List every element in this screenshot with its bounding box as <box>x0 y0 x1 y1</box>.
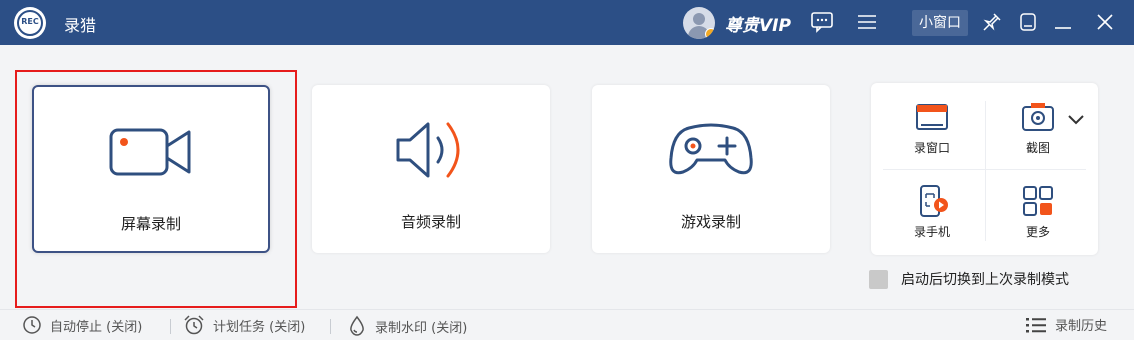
screenshot-camera-icon <box>1021 101 1055 133</box>
audio-record-label: 音频录制 <box>400 213 461 231</box>
more-tool[interactable]: 更多 <box>983 171 1093 251</box>
list-icon <box>1025 316 1047 334</box>
schedule-button[interactable]: 计划任务 (关闭) <box>183 315 305 335</box>
minimize-icon[interactable] <box>1051 8 1075 36</box>
tools-panel: 录窗口 截图 录手机 更多 <box>871 83 1098 255</box>
watermark-label: 录制水印 (关闭) <box>375 320 468 336</box>
bottom-bar: 自动停止 (关闭) 计划任务 (关闭) 录制水印 (关闭) 录制历史 <box>0 309 1134 340</box>
window-record-tool[interactable]: 录窗口 <box>877 87 987 167</box>
audio-record-card[interactable]: 音频录制 <box>312 85 550 253</box>
restore-label: 启动后切换到上次录制模式 <box>901 272 1069 288</box>
phone-icon <box>915 185 949 217</box>
game-record-label: 游戏录制 <box>680 213 741 231</box>
speaker-icon <box>312 115 550 185</box>
skin-icon[interactable] <box>1017 8 1039 36</box>
vip-label[interactable]: 尊贵VIP <box>725 11 791 36</box>
alarm-clock-icon <box>183 315 205 335</box>
app-title: 录猎 <box>64 16 97 35</box>
auto-stop-button[interactable]: 自动停止 (关闭) <box>22 315 142 335</box>
menu-icon[interactable] <box>854 8 880 36</box>
clock-icon <box>22 315 42 335</box>
water-drop-icon <box>347 315 367 337</box>
pin-icon[interactable] <box>980 8 1004 36</box>
phone-record-label: 录手机 <box>913 225 950 239</box>
bottom-separator <box>330 319 331 334</box>
watermark-button[interactable]: 录制水印 (关闭) <box>347 315 467 337</box>
grid-icon <box>1021 185 1055 217</box>
tools-divider <box>883 169 1086 170</box>
title-bar: REC 录猎 尊贵VIP 小窗口 <box>0 0 1134 45</box>
phone-record-tool[interactable]: 录手机 <box>877 171 987 251</box>
restore-last-mode-option[interactable]: 启动后切换到上次录制模式 <box>869 269 1069 289</box>
vip-account[interactable]: 尊贵VIP <box>683 6 791 40</box>
auto-stop-label: 自动停止 (关闭) <box>50 319 143 335</box>
game-record-card[interactable]: 游戏录制 <box>592 85 830 253</box>
camera-icon <box>34 117 268 187</box>
screen-record-card[interactable]: 屏幕录制 <box>32 85 270 253</box>
app-logo: REC <box>14 7 46 39</box>
vip-badge-icon <box>705 28 715 39</box>
avatar[interactable] <box>683 7 715 39</box>
restore-checkbox[interactable] <box>869 269 888 289</box>
close-icon[interactable] <box>1093 8 1117 36</box>
message-icon[interactable] <box>808 8 836 36</box>
screen-record-label: 屏幕录制 <box>120 215 181 233</box>
bottom-separator <box>170 319 171 334</box>
window-icon <box>915 101 949 133</box>
screenshot-label: 截图 <box>1025 141 1050 155</box>
chevron-down-icon[interactable] <box>1067 111 1085 130</box>
gamepad-icon <box>592 115 830 185</box>
schedule-label: 计划任务 (关闭) <box>213 319 306 335</box>
more-label: 更多 <box>1025 225 1050 239</box>
mini-window-button[interactable]: 小窗口 <box>912 10 968 36</box>
record-history-label: 录制历史 <box>1055 319 1108 334</box>
window-record-label: 录窗口 <box>913 141 950 155</box>
record-history-button[interactable]: 录制历史 <box>1025 315 1107 334</box>
